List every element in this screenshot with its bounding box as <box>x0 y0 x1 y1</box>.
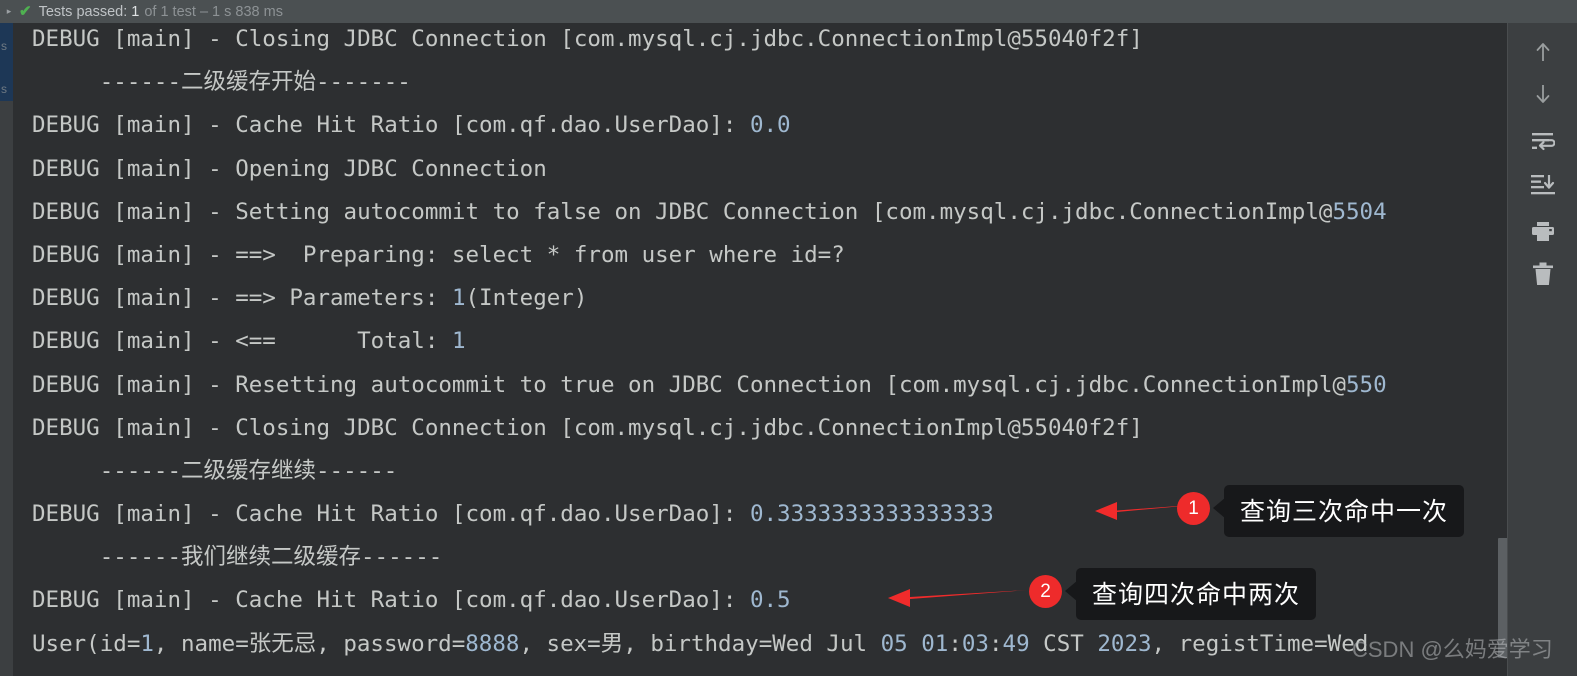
console-line: DEBUG [main] - Closing JDBC Connection [… <box>32 414 1143 441</box>
console-toolbar <box>1507 23 1577 676</box>
scroll-down-button[interactable] <box>1530 81 1556 107</box>
console-number-token: 1 <box>451 328 466 355</box>
console-line: User(id=1, name=张无忌, password=8888, sex=… <box>32 630 1369 657</box>
console-line: DEBUG [main] - Opening JDBC Connection <box>32 155 547 182</box>
tests-detail-label: of 1 test – 1 s 838 ms <box>144 3 283 20</box>
console-gutter: s s <box>0 23 13 676</box>
arrow-down-icon <box>1533 83 1553 105</box>
green-check-icon: ✔ <box>19 3 32 20</box>
tests-passed-label: Tests passed: <box>38 3 128 20</box>
scroll-to-end-icon <box>1531 174 1555 195</box>
scroll-up-button[interactable] <box>1530 39 1556 65</box>
console-number-token: 2023 <box>1097 630 1152 657</box>
soft-wrap-icon <box>1531 131 1555 151</box>
console-number-token: 03 <box>961 630 989 657</box>
trash-icon <box>1532 262 1554 286</box>
gutter-mark: s <box>1 39 7 53</box>
test-status-bar: ▸ ✔ Tests passed: 1 of 1 test – 1 s 838 … <box>0 0 1577 23</box>
arrow-up-icon <box>1533 41 1553 63</box>
print-icon <box>1531 221 1555 243</box>
annotation-2 <box>888 578 1028 612</box>
console-number-token: 01 <box>921 630 949 657</box>
console-line: DEBUG [main] - Cache Hit Ratio [com.qf.d… <box>32 112 791 139</box>
console-number-token: 0.5 <box>749 587 791 614</box>
console-line: DEBUG [main] - Closing JDBC Connection [… <box>32 26 1143 52</box>
console-line: DEBUG [main] - ==> Preparing: select * f… <box>32 241 845 268</box>
console-number-token: 550 <box>1345 371 1387 398</box>
annotation-badge-2: 2 <box>1029 575 1062 608</box>
console-number-token: 0.0 <box>749 112 791 139</box>
annotation-callout-2: 查询四次命中两次 <box>1076 568 1317 620</box>
red-arrow-icon <box>888 589 1028 607</box>
chevron-right-icon[interactable]: ▸ <box>0 7 16 16</box>
console-number-token: 8888 <box>465 630 520 657</box>
print-button[interactable] <box>1530 219 1556 245</box>
console-number-token: 49 <box>1002 630 1030 657</box>
annotation-callout-1: 查询三次命中一次 <box>1224 485 1465 537</box>
annotation-badge-1: 1 <box>1177 492 1210 525</box>
console-number-token: 05 <box>880 630 908 657</box>
clear-all-button[interactable] <box>1530 261 1556 287</box>
console-number-token: 0.3333333333333333 <box>749 501 994 528</box>
console-line: DEBUG [main] - Setting autocommit to fal… <box>32 198 1387 225</box>
soft-wrap-button[interactable] <box>1530 128 1556 154</box>
gutter-mark: s <box>1 82 7 96</box>
console-line: DEBUG [main] - Resetting autocommit to t… <box>32 371 1387 398</box>
console-line: ------二级缓存开始------- <box>32 69 411 96</box>
console-line: DEBUG [main] - ==> Parameters: 1(Integer… <box>32 285 588 312</box>
console-number-token: 5504 <box>1332 198 1387 225</box>
console-line: DEBUG [main] - <== Total: 1 <box>32 328 466 355</box>
console-number-token: 1 <box>140 630 154 657</box>
tests-passed-count: 1 <box>131 3 140 20</box>
console-number-token: 1 <box>451 285 466 312</box>
ide-console-window: ▸ ✔ Tests passed: 1 of 1 test – 1 s 838 … <box>0 0 1577 676</box>
scroll-to-end-button[interactable] <box>1530 171 1556 197</box>
